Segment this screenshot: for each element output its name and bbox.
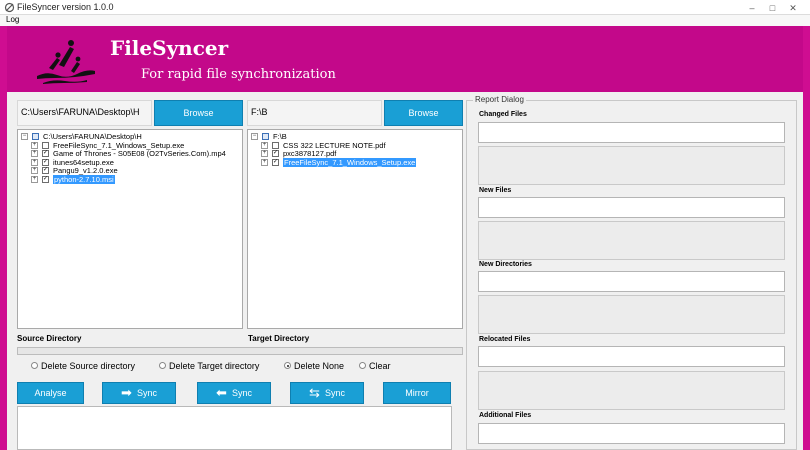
radio-dot[interactable] — [359, 362, 366, 370]
delete-target-label: Delete Target directory — [169, 361, 260, 371]
new-directories-label: New Directories — [479, 261, 532, 268]
tree-item[interactable]: + ✓ python-2.7.10.msi — [18, 174, 242, 185]
sync-left-label: Sync — [231, 388, 252, 398]
title-bar: FileSyncer version 1.0.0 – □ ✕ — [0, 0, 810, 15]
maximize-button[interactable]: □ — [763, 3, 781, 13]
arrow-left-icon: ⬅ — [216, 384, 227, 400]
window-controls: – □ ✕ — [743, 3, 802, 14]
tree-item[interactable]: + CSS 322 LECTURE NOTE.pdf — [248, 141, 462, 151]
report-dialog: Report Dialog Changed Files New Files Ne… — [466, 95, 797, 450]
close-button[interactable]: ✕ — [784, 3, 802, 14]
source-tree[interactable]: − C:\Users\FARUNA\Desktop\H + FreeFileSy… — [17, 129, 243, 329]
app-icon — [4, 2, 15, 13]
target-path-field[interactable]: F:\B — [247, 100, 382, 126]
analyse-button[interactable]: Analyse — [17, 382, 84, 404]
menu-bar: Log — [0, 15, 810, 26]
delete-source-label: Delete Source directory — [41, 361, 136, 371]
tree-checkbox[interactable] — [262, 133, 269, 140]
expand-icon[interactable]: + — [31, 150, 38, 157]
window-border-right — [803, 26, 810, 450]
new-files-label: New Files — [479, 187, 512, 194]
sync-both-button[interactable]: ⇆ Sync — [290, 382, 364, 404]
expand-icon[interactable]: + — [31, 167, 38, 174]
changed-files-label: Changed Files — [479, 111, 527, 118]
new-directories-field[interactable] — [478, 271, 785, 292]
tree-item[interactable]: + ✓ FreeFileSync_7.1_Windows_Setup.exe — [248, 157, 462, 168]
radio-dot[interactable] — [159, 362, 166, 370]
changed-files-field[interactable] — [478, 122, 785, 143]
tree-item[interactable]: + ✓ Pangu9_v1.2.0.exe — [18, 166, 242, 176]
tree-checkbox[interactable]: ✓ — [272, 150, 279, 157]
target-directory-label: Target Directory — [248, 334, 310, 343]
source-browse-button[interactable]: Browse — [154, 100, 243, 126]
additional-files-label: Additional Files — [479, 412, 532, 419]
tree-item[interactable]: + ✓ itunes64setup.exe — [18, 158, 242, 168]
expand-icon[interactable]: + — [31, 158, 38, 166]
new-files-field[interactable] — [478, 197, 785, 218]
expand-icon[interactable]: + — [31, 175, 38, 183]
app-title: FileSyncer — [110, 36, 229, 60]
delete-target-radio[interactable]: Delete Target directory — [159, 361, 259, 371]
new-files-list[interactable] — [478, 221, 785, 260]
expand-icon[interactable]: + — [261, 141, 268, 149]
tree-checkbox[interactable] — [272, 141, 279, 149]
app-subtitle: For rapid file synchronization — [141, 67, 336, 82]
tree-checkbox[interactable]: ✓ — [42, 167, 49, 174]
tree-checkbox[interactable]: ✓ — [272, 158, 279, 166]
mirror-button[interactable]: Mirror — [383, 382, 451, 404]
sync-right-button[interactable]: ➡ Sync — [102, 382, 176, 404]
new-directories-list[interactable] — [478, 295, 785, 334]
delete-none-label: Delete None — [294, 361, 345, 371]
tree-checkbox[interactable]: ✓ — [42, 158, 49, 166]
source-path-field[interactable]: C:\Users\FARUNA\Desktop\H — [17, 100, 152, 126]
radio-dot[interactable] — [31, 362, 38, 370]
tree-checkbox[interactable] — [42, 141, 49, 149]
arrow-right-icon: ➡ — [121, 384, 132, 400]
expand-icon[interactable]: + — [31, 141, 38, 149]
relocated-files-field[interactable] — [478, 346, 785, 367]
source-directory-label: Source Directory — [17, 334, 82, 343]
expand-icon[interactable]: + — [261, 158, 268, 166]
target-browse-button[interactable]: Browse — [384, 100, 463, 126]
window-border-left — [0, 26, 7, 450]
delete-none-radio[interactable]: Delete None — [284, 361, 344, 371]
arrows-swap-icon: ⇆ — [309, 384, 320, 400]
tree-item-label: FreeFileSync_7.1_Windows_Setup.exe — [283, 157, 417, 167]
sync-progress-bar — [17, 347, 463, 355]
report-title: Report Dialog — [473, 95, 526, 104]
clear-radio[interactable]: Clear — [359, 361, 391, 371]
tree-checkbox[interactable] — [32, 133, 39, 140]
collapse-icon[interactable]: − — [21, 133, 28, 140]
clear-label: Clear — [369, 361, 391, 371]
changed-files-list[interactable] — [478, 146, 785, 185]
sync-both-label: Sync — [324, 388, 345, 398]
swimmers-logo-icon — [37, 40, 95, 84]
sync-right-label: Sync — [136, 388, 157, 398]
sync-left-button[interactable]: ⬅ Sync — [197, 382, 271, 404]
banner: FileSyncer For rapid file synchronizatio… — [7, 26, 803, 92]
collapse-icon[interactable]: − — [251, 133, 258, 140]
tree-item-label: python-2.7.10.msi — [53, 174, 115, 184]
minimize-button[interactable]: – — [743, 3, 761, 13]
tree-checkbox[interactable]: ✓ — [42, 175, 49, 183]
target-tree[interactable]: − F:\B + CSS 322 LECTURE NOTE.pdf + ✓ px… — [247, 129, 463, 329]
log-output[interactable] — [17, 406, 452, 450]
delete-source-radio[interactable]: Delete Source directory — [31, 361, 135, 371]
relocated-files-label: Relocated Files — [479, 336, 531, 343]
menu-log[interactable]: Log — [6, 15, 19, 24]
relocated-files-list[interactable] — [478, 371, 785, 410]
tree-item[interactable]: + ✓ Game of Thrones - S05E08 (O2TvSeries… — [18, 149, 242, 159]
additional-files-field[interactable] — [478, 423, 785, 444]
tree-checkbox[interactable]: ✓ — [42, 150, 49, 157]
window-title: FileSyncer version 1.0.0 — [17, 2, 114, 12]
radio-dot-selected[interactable] — [284, 362, 291, 370]
main-panel: C:\Users\FARUNA\Desktop\H Browse F:\B Br… — [7, 92, 803, 450]
expand-icon[interactable]: + — [261, 150, 268, 157]
